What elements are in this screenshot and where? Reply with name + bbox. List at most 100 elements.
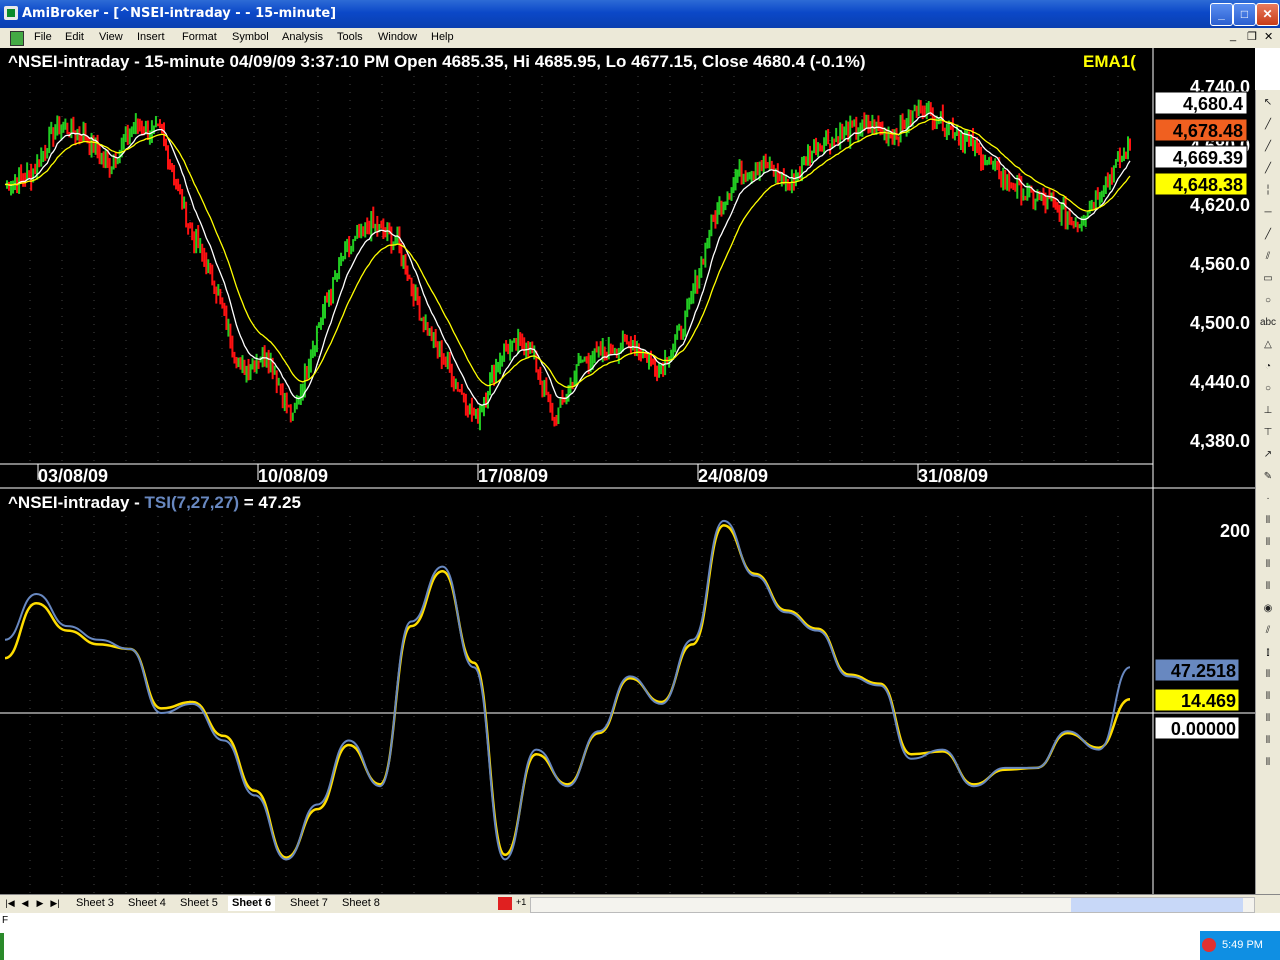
- mdi-close-icon[interactable]: ✕: [1264, 30, 1273, 43]
- tsi-signal-line: [4, 524, 1131, 859]
- gann-square-icon[interactable]: ⫴: [1259, 556, 1277, 574]
- fibonacci-icon[interactable]: ⊥: [1259, 402, 1277, 420]
- tool-c-icon[interactable]: ⫴: [1259, 732, 1277, 750]
- maximize-button[interactable]: □: [1233, 3, 1256, 26]
- tsi-tag-2: 14.469: [1181, 691, 1236, 711]
- scrollbar-thumb[interactable]: [1071, 898, 1243, 912]
- menu-insert[interactable]: Insert: [137, 31, 165, 43]
- text-tool-icon[interactable]: abc: [1259, 314, 1277, 332]
- ellipse-icon[interactable]: ○: [1259, 292, 1277, 310]
- start-button-edge[interactable]: [0, 933, 4, 960]
- menu-file[interactable]: File: [34, 31, 52, 43]
- extended-line-icon[interactable]: ╱: [1259, 160, 1277, 178]
- andrews-pitchfork-icon[interactable]: ⫽: [1259, 622, 1277, 640]
- sheet-tab-4[interactable]: Sheet 4: [124, 896, 170, 911]
- mdi-minimize-icon[interactable]: _: [1230, 30, 1236, 42]
- parallel-channel-icon[interactable]: ╱: [1259, 226, 1277, 244]
- tsi-header-prefix: ^NSEI-intraday -: [8, 493, 145, 512]
- menu-edit[interactable]: Edit: [65, 31, 84, 43]
- clock: 5:49 PM: [1222, 939, 1263, 951]
- sheet-tab-3[interactable]: Sheet 3: [72, 896, 118, 911]
- tray-icon[interactable]: [1202, 938, 1216, 952]
- tsi-pane-header: ^NSEI-intraday - TSI(7,27,27) = 47.25: [8, 493, 301, 512]
- menu-format[interactable]: Format: [182, 31, 217, 43]
- date-axis: 03/08/09 10/08/09 17/08/09 24/08/09 31/08/09: [37, 464, 988, 486]
- ema-slow-line: [4, 118, 1131, 388]
- circle-icon[interactable]: ○: [1259, 380, 1277, 398]
- price-bars: [6, 99, 1131, 431]
- sheet-tab-6[interactable]: Sheet 6: [228, 896, 276, 911]
- prev-sheet-button[interactable]: ◀: [19, 897, 31, 910]
- date-label: 10/08/09: [258, 466, 328, 486]
- price-pane-header: ^NSEI-intraday - 15-minute 04/09/09 3:37…: [8, 52, 866, 71]
- tool-b-icon[interactable]: ⫴: [1259, 710, 1277, 728]
- regression-channel-icon[interactable]: ⫽: [1259, 248, 1277, 266]
- price-tag-1: 4,680.4: [1183, 94, 1243, 114]
- menu-symbol[interactable]: Symbol: [232, 31, 269, 43]
- cycles-icon[interactable]: ◉: [1259, 600, 1277, 618]
- date-label: 17/08/09: [478, 466, 548, 486]
- menu-window[interactable]: Window: [378, 31, 417, 43]
- grid-icon[interactable]: ⫴: [1259, 666, 1277, 684]
- sheet-tab-7[interactable]: Sheet 7: [286, 896, 332, 911]
- speed-lines-icon[interactable]: ⫾: [1259, 644, 1277, 662]
- horizontal-scrollbar[interactable]: [530, 897, 1255, 913]
- menu-tools[interactable]: Tools: [337, 31, 363, 43]
- menu-analysis[interactable]: Analysis: [282, 31, 323, 43]
- pencil-icon[interactable]: ✎: [1259, 468, 1277, 486]
- sheet-tab-5[interactable]: Sheet 5: [176, 896, 222, 911]
- ema-fast-line: [4, 112, 1131, 406]
- tsi-line: [4, 519, 1131, 861]
- system-tray: 5:49 PM: [1200, 931, 1280, 960]
- zoom-icon[interactable]: +1: [516, 897, 526, 907]
- triangle-icon[interactable]: △: [1259, 336, 1277, 354]
- tsi-lines: [4, 519, 1131, 861]
- next-sheet-button[interactable]: ▶: [34, 897, 46, 910]
- price-pane-header-ema: EMA1(: [1083, 52, 1136, 71]
- price-axis-label: 4,560.0: [1190, 254, 1250, 274]
- record-icon[interactable]: [498, 897, 512, 910]
- tsi-tag-1: 47.2518: [1171, 661, 1236, 681]
- tool-a-icon[interactable]: ⫴: [1259, 688, 1277, 706]
- fibonacci-ext-icon[interactable]: ⊤: [1259, 424, 1277, 442]
- status-bar: F 5:49 PM: [0, 913, 1280, 960]
- ray-icon[interactable]: ╱: [1259, 138, 1277, 156]
- first-sheet-button[interactable]: |◀: [4, 897, 16, 910]
- window-title: AmiBroker - [^NSEI-intraday - - 15-minut…: [22, 6, 337, 21]
- sheet-tab-8[interactable]: Sheet 8: [338, 896, 384, 911]
- document-icon[interactable]: [10, 31, 24, 46]
- chart-area[interactable]: 4,740.04,680.04,620.04,560.04,500.04,440…: [0, 48, 1255, 894]
- horizontal-line-icon[interactable]: ─: [1259, 204, 1277, 222]
- fib-retracement-icon[interactable]: ⫴: [1259, 534, 1277, 552]
- drawing-toolbar: ↖ ╱ ╱ ╱ ╎ ─ ╱ ⫽ ▭ ○ abc △ ◔ ○ ⊥ ⊤ ↗ ✎ · ⫴ ⫴ ⫴ ⫴ ◉ ⫽ ⫾ ⫴ ⫴ ⫴ ⫴ ⫴: [1255, 90, 1280, 894]
- price-axis-label: 4,380.0: [1190, 431, 1250, 451]
- price-ema-lines: [4, 112, 1131, 406]
- tsi-axis: 200: [1220, 521, 1250, 541]
- price-tag-2: 4,678.48: [1173, 121, 1243, 141]
- last-sheet-button[interactable]: ▶|: [49, 897, 61, 910]
- trendline-icon[interactable]: ╱: [1259, 116, 1277, 134]
- chart-canvas[interactable]: 4,740.04,680.04,620.04,560.04,500.04,440…: [0, 48, 1255, 894]
- status-text: F: [2, 915, 9, 926]
- price-axis-label: 4,620.0: [1190, 195, 1250, 215]
- close-button[interactable]: ✕: [1256, 3, 1279, 26]
- gann-fan-icon[interactable]: ⫴: [1259, 578, 1277, 596]
- fib-timezones-icon[interactable]: ⫴: [1259, 512, 1277, 530]
- rectangle-icon[interactable]: ▭: [1259, 270, 1277, 288]
- tsi-tag-3: 0.00000: [1171, 719, 1236, 739]
- arc-icon[interactable]: ◔: [1259, 358, 1277, 376]
- mdi-restore-icon[interactable]: ❐: [1247, 30, 1257, 43]
- minimize-button[interactable]: _: [1210, 3, 1233, 26]
- select-arrow-icon[interactable]: ↖: [1259, 94, 1277, 112]
- arrow-tool-icon[interactable]: ↗: [1259, 446, 1277, 464]
- dot-icon[interactable]: ·: [1259, 490, 1277, 508]
- tool-d-icon[interactable]: ⫴: [1259, 754, 1277, 772]
- menu-help[interactable]: Help: [431, 31, 454, 43]
- menu-bar: File Edit View Insert Format Symbol Anal…: [0, 28, 1280, 48]
- menu-view[interactable]: View: [99, 31, 123, 43]
- tsi-value-tags: 47.2518 14.469 0.00000: [1154, 658, 1240, 740]
- date-label: 31/08/09: [918, 466, 988, 486]
- title-bar: AmiBroker - [^NSEI-intraday - - 15-minut…: [0, 0, 1280, 28]
- date-label: 03/08/09: [38, 466, 108, 486]
- vertical-line-icon[interactable]: ╎: [1259, 182, 1277, 200]
